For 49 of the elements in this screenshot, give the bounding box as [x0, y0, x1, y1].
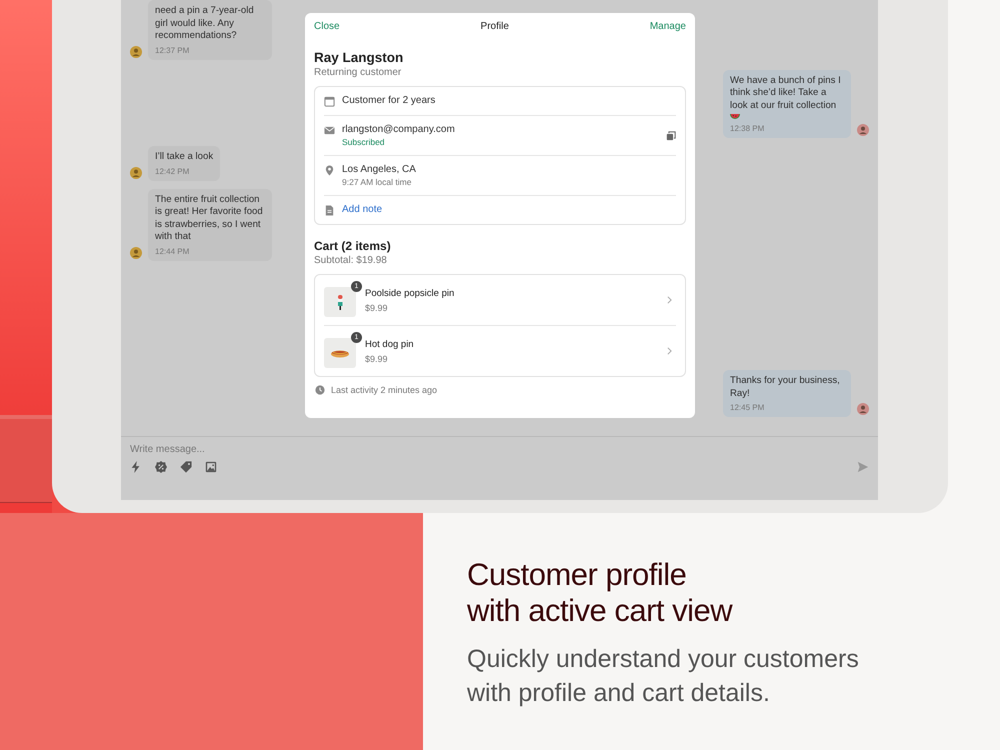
- customer-name: Ray Langston: [314, 50, 404, 65]
- mail-icon: [324, 125, 335, 136]
- clock-icon: [315, 385, 325, 395]
- detail-text: rlangston@company.com: [342, 124, 455, 135]
- cart-title: Cart (2 items): [314, 239, 392, 253]
- chevron-right-icon: [667, 296, 672, 304]
- product-name: Hot dog pin: [365, 338, 415, 350]
- detail-text: Los Angeles, CA: [342, 164, 416, 175]
- avatar-icon: [857, 124, 869, 136]
- product-price: $9.99: [365, 354, 389, 364]
- promo-text: Quickly understand your customers with profile and cart details.: [467, 644, 860, 709]
- message-text: need a pin a 7-year-old girl would like. Any recommendations?: [155, 5, 255, 42]
- message-time: 12:44 PM: [155, 246, 190, 256]
- last-activity: Last activity 2 minutes ago: [331, 385, 438, 395]
- message-text: We have a bunch of pins I think she’d like! Take a look at our fruit collection: [730, 74, 842, 112]
- document-icon: [324, 205, 335, 216]
- tag-icon[interactable]: [180, 461, 192, 473]
- lightning-icon[interactable]: [130, 461, 142, 473]
- calendar-icon: [324, 96, 335, 107]
- customer-status: Returning customer: [314, 67, 402, 78]
- product-name: Poolside popsicle pin: [365, 288, 456, 298]
- avatar-icon: [130, 166, 142, 178]
- copy-icon[interactable]: [666, 131, 676, 141]
- discount-icon[interactable]: [155, 461, 167, 473]
- message-time: 12:45 PM: [730, 403, 764, 412]
- message-text: I’ll take a look: [155, 151, 214, 164]
- message-time: 12:38 PM: [730, 124, 764, 133]
- cart-subtotal: Subtotal: $19.98: [314, 255, 388, 266]
- watermelon-icon: [730, 113, 740, 120]
- promo-headline: Customer profile with active cart view: [467, 557, 734, 629]
- close-button[interactable]: Close: [314, 21, 340, 32]
- image-icon[interactable]: [205, 461, 217, 473]
- manage-button[interactable]: Manage: [650, 21, 686, 32]
- message-time: 12:42 PM: [155, 166, 190, 176]
- chevron-right-icon: [667, 347, 672, 355]
- avatar-icon: [130, 46, 142, 58]
- avatar-icon: [857, 403, 869, 415]
- location-pin-icon: [324, 165, 335, 176]
- message-time: 12:37 PM: [155, 46, 190, 54]
- message-text: Thanks for your business, Ray!: [730, 375, 841, 400]
- message-text: The entire fruit collection is great! Her favorite food is strawberries, so I went with that: [155, 194, 264, 244]
- add-note-link[interactable]: Add note: [342, 204, 382, 215]
- detail-text: Customer for 2 years: [342, 95, 436, 106]
- message-field[interactable]: Write message...: [130, 444, 330, 455]
- panel-title: Profile: [480, 21, 509, 32]
- detail-note: 9:27 AM local time: [342, 177, 412, 187]
- avatar-icon: [130, 246, 142, 258]
- product-price: $9.99: [365, 302, 389, 312]
- detail-note: Subscribed: [342, 137, 385, 147]
